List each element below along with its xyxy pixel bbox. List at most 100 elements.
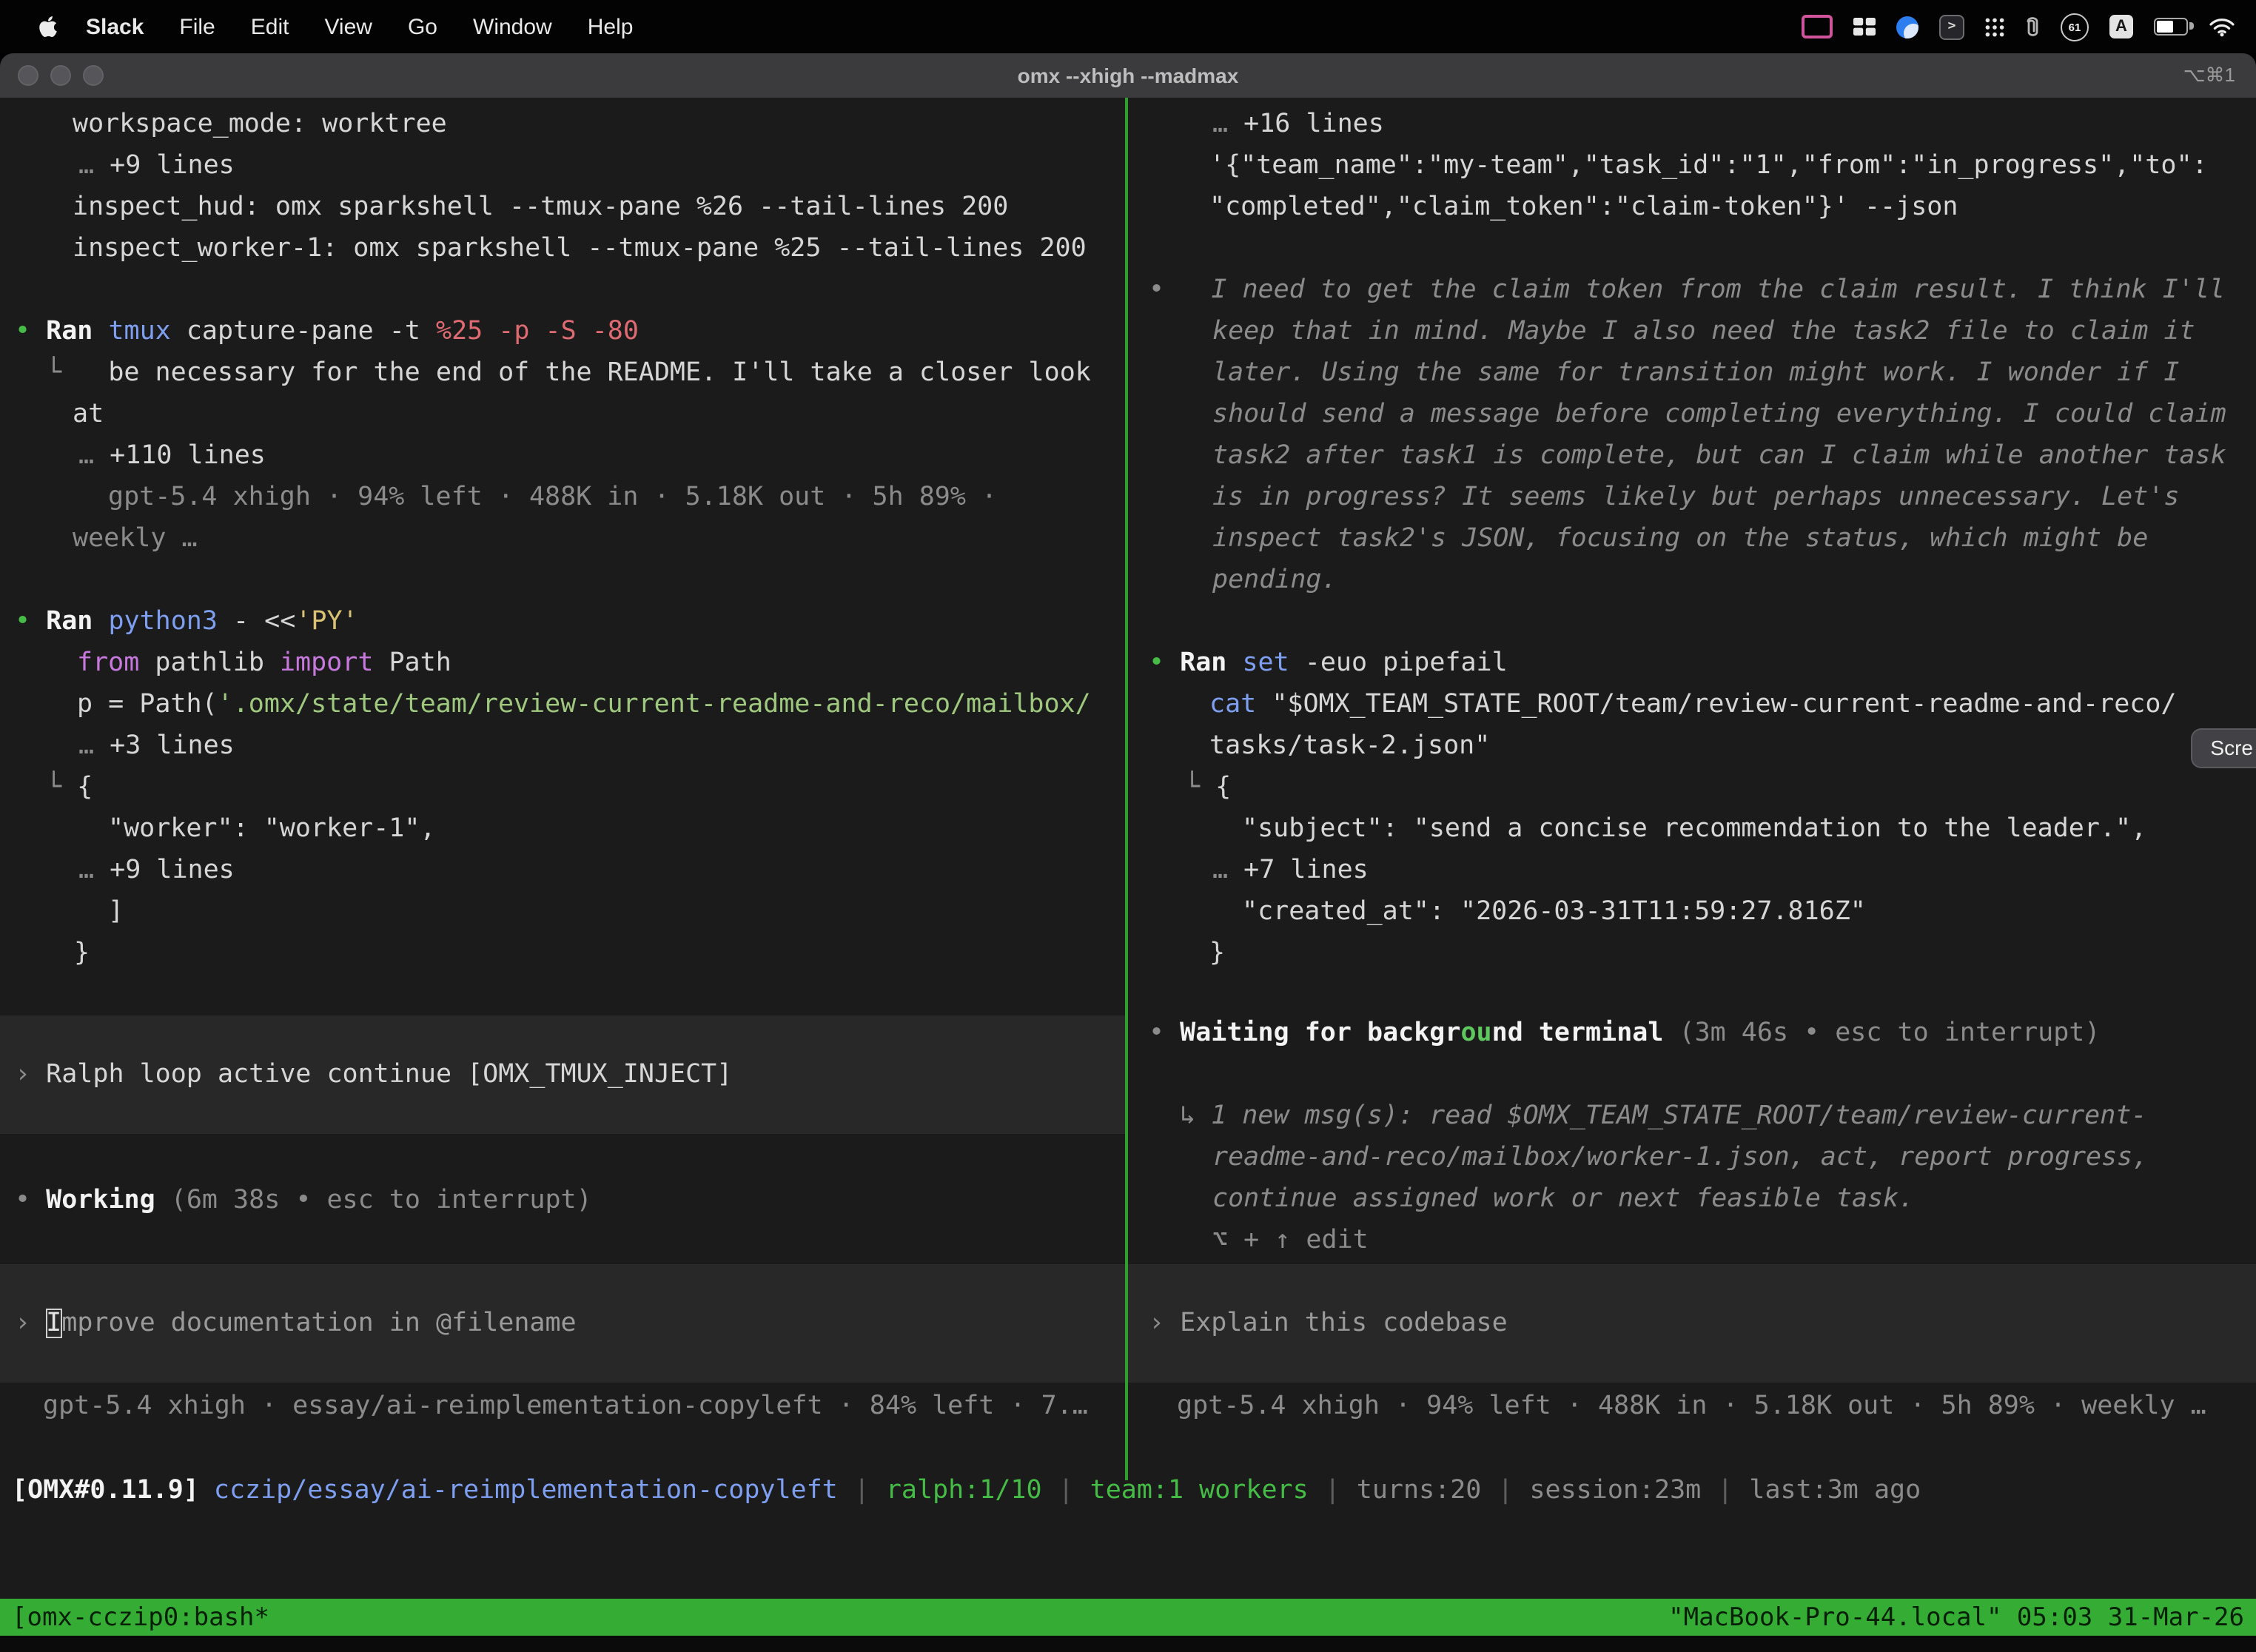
terminal-glyph: > [1948, 19, 1956, 34]
text-segment: (6m 38s • esc to interrupt) [155, 1186, 592, 1215]
text-segment: +9 lines [110, 151, 235, 181]
terminal-line: } [1128, 933, 2256, 974]
app-grid-icon[interactable] [1985, 17, 2004, 36]
text-segment: • [1149, 1018, 1180, 1048]
window-grid-icon[interactable] [1853, 18, 1876, 36]
line-text: … +3 lines [0, 725, 1125, 767]
text-segment: +110 lines [110, 441, 266, 471]
terminal-line: } [0, 933, 1125, 974]
text-segment: Path [373, 648, 451, 678]
battery-fill [2157, 21, 2173, 33]
terminal-line: later. Using the same for transition mig… [1128, 352, 2256, 394]
text-segment: • [1149, 275, 1211, 305]
line-text: "completed","claim_token":"claim-token"}… [1128, 187, 2256, 228]
text-segment: - << [218, 607, 295, 637]
window-titlebar[interactable]: omx --xhigh --madmax ⌥⌘1 [0, 53, 2256, 98]
line-text: … +16 lines [1128, 104, 2256, 145]
line-text: … +7 lines [1128, 850, 2256, 891]
text-segment: └ [46, 773, 77, 802]
composer-input-left[interactable]: › Improve documentation in @filename [0, 1264, 1125, 1383]
terminal-app-icon[interactable]: > [1939, 14, 1964, 39]
tmux-panes: workspace_mode: worktree… +9 linesinspec… [0, 98, 2256, 1480]
menu-window[interactable]: Window [473, 14, 552, 39]
text-segment: tasks/task-2.json" [1209, 731, 1490, 761]
text-segment: keep that in mind. Maybe I also need the… [1212, 317, 2195, 346]
text-segment: gpt-5.4 xhigh · essay/ai-reimplementatio… [43, 1391, 1088, 1421]
ran-tmux-line: • Ran tmux capture-pane -t %25 -p -S -80 [0, 311, 1125, 352]
menu-help[interactable]: Help [588, 14, 634, 39]
menu-app-name[interactable]: Slack [86, 14, 144, 39]
clip-icon[interactable] [2025, 15, 2040, 38]
working-status-line: • Working (6m 38s • esc to interrupt) [0, 1180, 1125, 1221]
wifi-icon[interactable] [2209, 16, 2235, 37]
line-text: … +9 lines [0, 850, 1125, 891]
tmux-status-bar: [omx-cczip0:bash* "MacBook-Pro-44.local"… [0, 1599, 2256, 1636]
line-text: • Ran python3 - <<'PY' [0, 601, 1125, 642]
last-activity: last:3m ago [1749, 1476, 1921, 1505]
text-segment: › [15, 1060, 46, 1089]
terminal-line: … +3 lines [0, 725, 1125, 767]
right-terminal-pane[interactable]: … +16 lines'{"team_name":"my-team","task… [1128, 98, 2256, 1480]
text-segment: } [1209, 939, 1225, 968]
apple-menu-icon[interactable] [38, 15, 58, 38]
separator: | [854, 1476, 870, 1505]
text-segment: should send a message before completing … [1212, 400, 2226, 429]
composer-input-right[interactable]: › Explain this codebase [1128, 1264, 2256, 1383]
line-text: keep that in mind. Maybe I also need the… [1128, 311, 2256, 352]
blue-app-icon[interactable] [1896, 16, 1918, 38]
text-segment: pending. [1212, 565, 1337, 595]
line-text: later. Using the same for transition mig… [1128, 352, 2256, 394]
text-segment: … [1212, 856, 1243, 885]
line-text: • I need to get the claim token from the… [1128, 269, 2256, 311]
menu-bar: Slack File Edit View Go Window Help > [0, 0, 2256, 53]
omx-project-path: cczip/essay/ai-reimplementation-copyleft [214, 1476, 838, 1505]
line-text: "subject": "send a concise recommendatio… [1128, 808, 2256, 850]
tmux-host-clock: "MacBook-Pro-44.local" 05:03 31-Mar-26 [1668, 1596, 2244, 1638]
text-segment: %25 -p -S -80 [436, 317, 639, 346]
gauge-value: 61 [2069, 20, 2081, 33]
left-terminal-pane[interactable]: workspace_mode: worktree… +9 linesinspec… [0, 98, 1128, 1480]
terminal-line: └ { [1128, 767, 2256, 808]
text-segment: • [15, 317, 46, 346]
text-segment: pathlib [139, 648, 280, 678]
screen-recording-icon[interactable] [1802, 15, 1833, 38]
thinking-block: • I need to get the claim token from the… [1128, 269, 2256, 311]
text-segment: … [78, 441, 110, 471]
terminal-window: omx --xhigh --madmax ⌥⌘1 workspace_mode:… [0, 53, 2256, 1652]
text-segment: +3 lines [110, 731, 235, 761]
line-text: inspect_hud: omx sparkshell --tmux-pane … [0, 187, 1125, 228]
terminal-line: weekly … [0, 518, 1125, 560]
battery-icon[interactable] [2154, 18, 2188, 36]
terminal-line: at [0, 394, 1125, 435]
text-segment: "created_at": "2026-03-31T11:59:27.816Z" [1242, 897, 1866, 927]
text-segment: cat [1209, 690, 1272, 719]
text-segment: set [1226, 648, 1289, 678]
menu-bar-status-area: > 61 A [1802, 13, 2256, 41]
text-segment: ⌥ + ↑ edit [1212, 1226, 1369, 1255]
menu-view[interactable]: View [324, 14, 372, 39]
text-segment: … [78, 731, 110, 761]
waiting-status-line: • Waiting for background terminal (3m 46… [1128, 1013, 2256, 1054]
menu-edit[interactable]: Edit [251, 14, 289, 39]
menu-file[interactable]: File [179, 14, 215, 39]
text-segment: -euo pipefail [1289, 648, 1508, 678]
menu-go[interactable]: Go [408, 14, 437, 39]
session-duration: session:23m [1529, 1476, 1701, 1505]
input-source-icon[interactable]: A [2109, 15, 2133, 38]
terminal-line: is in progress? It seems likely but perh… [1128, 477, 2256, 518]
ralph-loop-banner[interactable]: › Ralph loop active continue [OMX_TMUX_I… [0, 1015, 1125, 1134]
text-segment: +7 lines [1243, 856, 1369, 885]
line-text: • Ran tmux capture-pane -t %25 -p -S -80 [0, 311, 1125, 352]
text-segment: 'PY' [295, 607, 357, 637]
line-text: … +110 lines [0, 435, 1125, 477]
gauge-61-icon[interactable]: 61 [2061, 13, 2089, 41]
terminal-line: keep that in mind. Maybe I also need the… [1128, 311, 2256, 352]
text-segment: 1 new msg(s): read $OMX_TEAM_STATE_ROOT/… [1211, 1101, 2146, 1131]
terminal-content: workspace_mode: worktree… +9 linesinspec… [0, 98, 2256, 1652]
pane-footer-left: gpt-5.4 xhigh · essay/ai-reimplementatio… [0, 1386, 1125, 1427]
screenshot-toast[interactable]: Scre [2191, 728, 2256, 768]
text-segment: • [15, 1186, 46, 1215]
line-text: readme-and-reco/mailbox/worker-1.json, a… [1128, 1137, 2256, 1178]
text-segment: ou [1460, 1018, 1491, 1048]
terminal-line: continue assigned work or next feasible … [1128, 1178, 2256, 1220]
